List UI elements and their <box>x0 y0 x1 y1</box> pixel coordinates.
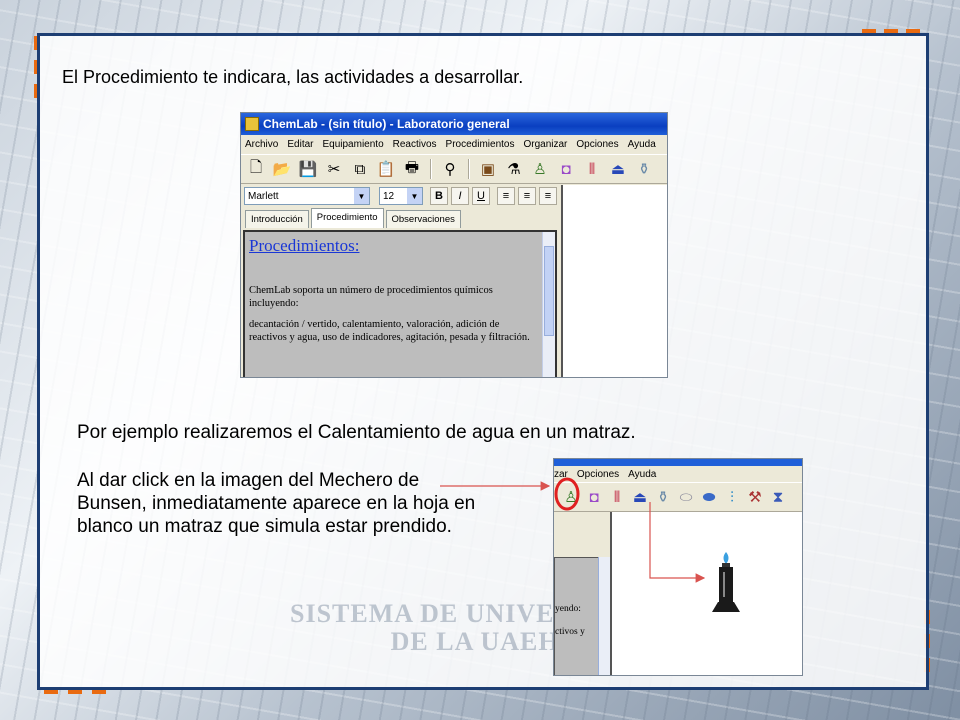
font-size-value: 12 <box>383 190 395 202</box>
menu-organizar[interactable]: zar <box>554 469 568 480</box>
toolbar: ♙ ◘ ⫴ ⏏ ⚱ ⬭ ⬬ ⫶ ⚒ ⧗ <box>554 482 802 512</box>
dropper-icon[interactable]: ⚗ <box>503 158 525 180</box>
menu-ayuda[interactable]: Ayuda <box>628 139 656 150</box>
dish-icon[interactable]: ⬭ <box>675 486 697 508</box>
new-file-icon[interactable]: 🗋 <box>245 158 267 180</box>
menu-procedimientos[interactable]: Procedimientos <box>446 139 515 150</box>
test-tubes-icon[interactable]: ⫴ <box>606 486 628 508</box>
stand-icon[interactable]: ⚒ <box>744 486 766 508</box>
window-title: ChemLab - (sin título) - Laboratorio gen… <box>263 117 510 131</box>
menu-organizar[interactable]: Organizar <box>523 139 567 150</box>
editor-scrollbar[interactable] <box>598 557 610 675</box>
flask-icon[interactable]: ⏏ <box>629 486 651 508</box>
font-size-select[interactable]: 12 ▼ <box>379 187 423 205</box>
intro-text: El Procedimiento te indicara, las activi… <box>62 67 524 87</box>
chevron-down-icon[interactable]: ▼ <box>354 188 369 204</box>
chemlab-app-icon <box>245 117 259 131</box>
menu-bar: Archivo Editar Equipamiento Reactivos Pr… <box>241 135 667 154</box>
procedure-heading: Procedimientos: <box>249 236 360 255</box>
print-icon[interactable]: 🖶 <box>401 158 423 180</box>
pipette-icon[interactable]: ⚲ <box>439 158 461 180</box>
font-name-value: Marlett <box>248 190 279 202</box>
beaker-icon[interactable]: ◘ <box>583 486 605 508</box>
chemlab-zoom-window: zar Opciones Ayuda ♙ ◘ ⫴ ⏏ ⚱ ⬭ ⬬ ⫶ ⚒ ⧗ y… <box>553 458 803 676</box>
bunsen-burner-icon[interactable]: ♙ <box>560 486 582 508</box>
menu-equipamiento[interactable]: Equipamiento <box>322 139 383 150</box>
bunsen-burner-icon[interactable]: ♙ <box>529 158 551 180</box>
left-pane: yendo: ctivos y <box>554 512 610 675</box>
round-flask-icon[interactable]: ⚱ <box>652 486 674 508</box>
align-left-icon[interactable]: ≡ <box>497 187 515 205</box>
paste-icon[interactable]: 📋 <box>375 158 397 180</box>
tab-introduccion[interactable]: Introducción <box>245 210 309 228</box>
menu-bar: zar Opciones Ayuda <box>554 466 802 482</box>
procedure-paragraph: ChemLab soporta un número de procedimien… <box>249 285 493 309</box>
tab-observaciones[interactable]: Observaciones <box>385 210 461 228</box>
blue-dish-icon[interactable]: ⬬ <box>698 486 720 508</box>
copy-icon[interactable]: ⧉ <box>349 158 371 180</box>
round-flask-icon[interactable]: ⚱ <box>633 158 655 180</box>
example-text: Por ejemplo realizaremos el Calentamient… <box>77 422 636 443</box>
bold-button[interactable]: B <box>430 187 448 205</box>
editor-scrollbar[interactable] <box>542 232 555 377</box>
lab-canvas[interactable] <box>561 185 667 377</box>
flask-icon[interactable]: ⏏ <box>607 158 629 180</box>
menu-ayuda[interactable]: Ayuda <box>628 469 656 480</box>
beaker-icon[interactable]: ◘ <box>555 158 577 180</box>
lab-canvas[interactable] <box>610 512 802 675</box>
menu-archivo[interactable]: Archivo <box>245 139 278 150</box>
underline-button[interactable]: U <box>472 187 490 205</box>
align-right-icon[interactable]: ≡ <box>539 187 557 205</box>
toolbar-separator <box>468 159 470 179</box>
font-name-select[interactable]: Marlett ▼ <box>244 187 370 205</box>
toolbar: 🗋 📂 💾 ✂ ⧉ 📋 🖶 ⚲ ▣ ⚗ ♙ ◘ ⫴ ⏏ ⚱ <box>241 154 667 184</box>
menu-reactivos[interactable]: Reactivos <box>393 139 437 150</box>
toolbar-separator <box>430 159 432 179</box>
funnel-icon[interactable]: ⧗ <box>767 486 789 508</box>
test-tubes-icon[interactable]: ⫴ <box>581 158 603 180</box>
menu-opciones[interactable]: Opciones <box>576 139 618 150</box>
chevron-down-icon[interactable]: ▼ <box>407 188 422 204</box>
explanation-text: Al dar click en la imagen del Mechero de… <box>77 470 476 537</box>
menu-opciones[interactable]: Opciones <box>577 469 619 480</box>
save-icon[interactable]: 💾 <box>297 158 319 180</box>
scrollbar-thumb[interactable] <box>544 246 554 336</box>
open-folder-icon[interactable]: 📂 <box>271 158 293 180</box>
cabinet-icon[interactable]: ▣ <box>477 158 499 180</box>
tab-procedimiento[interactable]: Procedimiento <box>310 208 384 228</box>
cut-icon[interactable]: ✂ <box>323 158 345 180</box>
menu-editar[interactable]: Editar <box>287 139 313 150</box>
title-bar <box>554 459 802 466</box>
chemlab-window: ChemLab - (sin título) - Laboratorio gen… <box>240 112 668 378</box>
procedure-paragraph: decantación / vertido, calentamiento, va… <box>249 319 530 343</box>
title-bar: ChemLab - (sin título) - Laboratorio gen… <box>241 113 667 135</box>
italic-button[interactable]: I <box>451 187 469 205</box>
thermometer-icon[interactable]: ⫶ <box>721 486 743 508</box>
procedure-editor[interactable]: Procedimientos: ChemLab soporta un númer… <box>243 230 557 377</box>
align-center-icon[interactable]: ≡ <box>518 187 536 205</box>
